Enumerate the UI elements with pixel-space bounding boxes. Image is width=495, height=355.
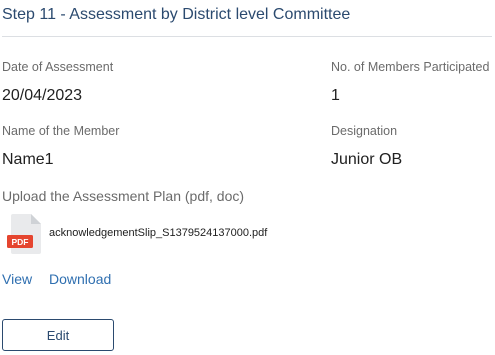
designation-value: Junior OB <box>331 151 403 168</box>
pdf-file-icon: PDF <box>7 214 41 254</box>
member-name-label: Name of the Member <box>2 124 120 138</box>
file-name: acknowledgementSlip_S1379524137000.pdf <box>49 227 268 239</box>
edit-button[interactable]: Edit <box>2 319 114 351</box>
date-of-assessment-value: 20/04/2023 <box>2 87 83 104</box>
members-participated-label: No. of Members Participated <box>331 60 490 74</box>
members-participated-value: 1 <box>331 87 340 104</box>
uploaded-file: PDF acknowledgementSlip_S1379524137000.p… <box>2 213 482 257</box>
pdf-badge-text: PDF <box>12 237 29 247</box>
section-title: Step 11 - Assessment by District level C… <box>2 6 351 23</box>
upload-label: Upload the Assessment Plan (pdf, doc) <box>2 188 245 204</box>
designation-label: Designation <box>331 124 398 138</box>
divider <box>2 36 492 37</box>
member-name-value: Name1 <box>2 151 54 168</box>
download-link[interactable]: Download <box>49 271 111 287</box>
view-link[interactable]: View <box>2 271 32 287</box>
date-of-assessment-label: Date of Assessment <box>2 60 114 74</box>
